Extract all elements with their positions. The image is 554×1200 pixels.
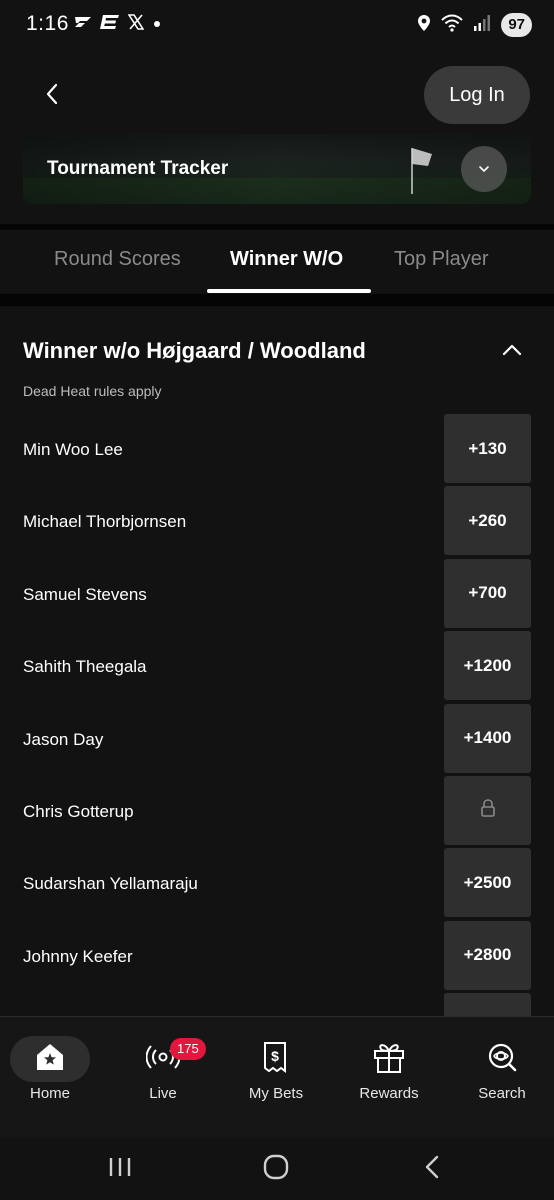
nav-search-label: Search [478, 1085, 526, 1102]
status-right-icons: 97 [417, 13, 532, 37]
signal-icon [473, 14, 491, 37]
odds-button[interactable]: +2500 [444, 848, 531, 918]
runner-row: Min Woo Lee +130 [0, 414, 554, 486]
dot-icon [152, 16, 162, 34]
chevron-down-icon [478, 160, 490, 178]
status-bar: 1:16 97 [0, 0, 554, 52]
bet-slip-icon: $ [226, 1035, 326, 1079]
runner-name: Sudarshan Yellamaraju [23, 874, 198, 894]
back-button[interactable] [30, 74, 74, 118]
home-system-button[interactable] [256, 1152, 296, 1186]
chevron-left-icon [45, 83, 59, 110]
tournament-tracker-banner[interactable]: Tournament Tracker [23, 134, 531, 204]
runner-name: Johnny Keefer [23, 946, 133, 966]
nav-home-label: Home [29, 1085, 70, 1102]
wifi-icon [441, 14, 464, 37]
status-left-icons [74, 14, 162, 35]
odds-button[interactable]: +1400 [444, 703, 531, 773]
dead-heat-note: Dead Heat rules apply [23, 383, 162, 399]
tracker-title: Tournament Tracker [47, 158, 229, 179]
bottom-navigation: Home Live 175 $ My Bets Rewards Search [0, 1016, 554, 1138]
runner-name: Sahith Theegala [23, 657, 147, 677]
home-icon [0, 1035, 100, 1079]
chevron-up-icon [502, 343, 522, 361]
nav-rewards[interactable]: Rewards [339, 1035, 439, 1102]
tracker-expand-button[interactable] [461, 146, 507, 192]
runner-name: Jason Day [23, 729, 104, 749]
login-button[interactable]: Log In [424, 66, 530, 124]
nav-my-bets-label: My Bets [248, 1085, 304, 1102]
runner-name: Michael Thorbjornsen [23, 512, 187, 532]
nav-rewards-label: Rewards [359, 1085, 419, 1102]
market-collapse-button[interactable] [498, 338, 526, 366]
flash-icon [74, 15, 92, 34]
runner-row: Johnny Keefer +2800 [0, 920, 554, 993]
search-icon [452, 1035, 552, 1079]
nav-home[interactable]: Home [0, 1035, 100, 1102]
system-navigation [0, 1138, 554, 1200]
x-icon [127, 14, 145, 35]
live-count-badge: 175 [170, 1038, 206, 1060]
odds-button[interactable]: +260 [444, 486, 531, 556]
back-system-button[interactable] [412, 1152, 452, 1186]
lock-icon [480, 798, 496, 823]
runner-name: Chris Gotterup [23, 801, 134, 821]
svg-text:$: $ [271, 1048, 279, 1064]
back-icon [424, 1155, 440, 1184]
odds-button-locked [444, 775, 531, 845]
gift-icon [339, 1035, 439, 1079]
recents-icon [107, 1156, 133, 1183]
espn-bet-icon [100, 14, 120, 35]
golf-flag-icon [406, 144, 436, 199]
odds-button[interactable]: +1200 [444, 631, 531, 701]
runner-list: Min Woo Lee +130 Michael Thorbjornsen +2… [0, 414, 554, 1066]
runner-row: Michael Thorbjornsen +260 [0, 486, 554, 558]
runner-row: Sudarshan Yellamaraju +2500 [0, 848, 554, 920]
market-tabs: Round Scores Winner W/O Top Player [0, 230, 554, 294]
home-circle-icon [263, 1154, 289, 1185]
status-time: 1:16 [26, 12, 69, 35]
battery-indicator: 97 [501, 13, 532, 37]
runner-row: Sahith Theegala +1200 [0, 631, 554, 703]
nav-my-bets[interactable]: $ My Bets [226, 1035, 326, 1102]
tabs-divider [0, 294, 554, 306]
tab-winner-wo[interactable]: Winner W/O [230, 248, 343, 271]
recents-button[interactable] [100, 1152, 140, 1186]
runner-row: Jason Day +1400 [0, 703, 554, 776]
odds-button[interactable]: +700 [444, 558, 531, 628]
runner-row: Chris Gotterup [0, 775, 554, 848]
runner-name: Samuel Stevens [23, 584, 147, 604]
nav-search[interactable]: Search [452, 1035, 552, 1102]
tab-top-player[interactable]: Top Player [394, 248, 489, 271]
active-tab-indicator [207, 289, 371, 293]
odds-button[interactable]: +2800 [444, 920, 531, 990]
nav-live-label: Live [149, 1085, 177, 1102]
tab-round-scores[interactable]: Round Scores [54, 248, 181, 271]
odds-button[interactable]: +130 [444, 414, 531, 483]
location-icon [417, 14, 431, 37]
runner-name: Min Woo Lee [23, 440, 123, 459]
runner-row: Samuel Stevens +700 [0, 558, 554, 631]
market-title: Winner w/o Højgaard / Woodland [23, 338, 366, 363]
